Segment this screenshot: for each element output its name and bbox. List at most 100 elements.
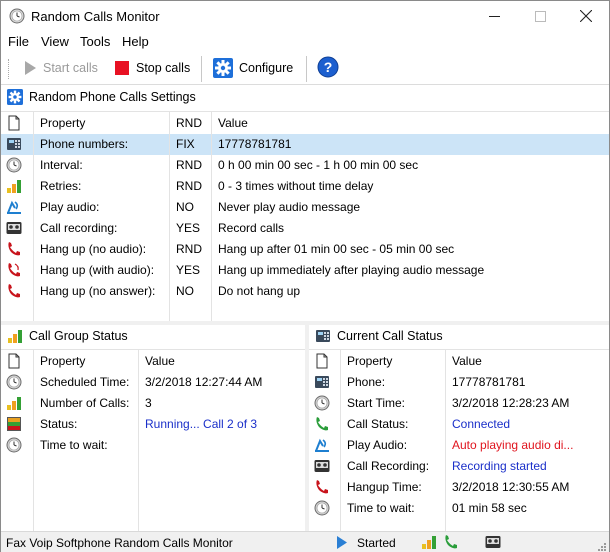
phone-icon: [315, 376, 329, 388]
page-icon: [316, 353, 328, 369]
menu-view[interactable]: View: [41, 34, 69, 49]
cell-value: Recording started: [452, 459, 547, 473]
cell-rnd: YES: [176, 263, 201, 277]
play-icon: [337, 536, 347, 549]
col-property[interactable]: Property: [40, 116, 85, 130]
col-property[interactable]: Property: [40, 354, 85, 368]
col-divider: [138, 349, 139, 531]
toolbar: Start calls Stop calls Configure ?: [1, 51, 609, 85]
title-bar[interactable]: Random Calls Monitor: [1, 1, 609, 31]
table-row[interactable]: Start Time: 3/2/2018 12:28:23 AM: [309, 393, 609, 414]
toolbar-grip[interactable]: [8, 59, 10, 79]
table-row[interactable]: Interval: RND 0 h 00 min 00 sec - 1 h 00 m…: [1, 155, 609, 176]
cell-value: 3/2/2018 12:30:55 AM: [452, 480, 570, 494]
col-property[interactable]: Property: [347, 354, 392, 368]
cell-property: Start Time:: [347, 396, 406, 410]
group-header-row: Property Value: [1, 351, 305, 372]
cell-property: Hang up (with audio):: [40, 263, 155, 277]
call-status-grid[interactable]: Property Value Phone: 17778781781 Start Ti…: [309, 349, 609, 531]
table-row[interactable]: Play Audio: Auto playing audio di...: [309, 435, 609, 456]
close-button[interactable]: [563, 1, 609, 31]
cell-rnd: RND: [176, 242, 202, 256]
cell-rnd: RND: [176, 179, 202, 193]
table-row[interactable]: Time to wait: 01 min 58 sec: [309, 498, 609, 519]
status-state-text: Started: [357, 536, 396, 550]
cell-value: 17778781781: [452, 375, 526, 389]
cell-property: Scheduled Time:: [40, 375, 130, 389]
cell-property: Call Status:: [347, 417, 409, 431]
cell-rnd: YES: [176, 221, 201, 235]
table-row[interactable]: Phone: 17778781781: [309, 372, 609, 393]
table-row[interactable]: Call Status: Connected: [309, 414, 609, 435]
table-row[interactable]: Hang up (no audio): RND Hang up after 01 m…: [1, 239, 609, 260]
stop-calls-button[interactable]: Stop calls: [114, 57, 190, 79]
col-rnd[interactable]: RND: [176, 116, 202, 130]
table-row[interactable]: Status: Running... Call 2 of 3: [1, 414, 305, 435]
call-header-row: Property Value: [309, 351, 609, 372]
stop-calls-label: Stop calls: [136, 61, 191, 75]
maximize-icon: [534, 10, 546, 22]
help-button[interactable]: ?: [317, 56, 345, 78]
col-value[interactable]: Value: [218, 116, 248, 130]
table-row[interactable]: Phone numbers: FIX 17778781781: [1, 134, 609, 155]
cell-property: Status:: [40, 417, 78, 431]
clock-icon: [314, 395, 330, 411]
cell-property: Hang up (no audio):: [40, 242, 147, 256]
cell-value: 0 h 00 min 00 sec - 1 h 00 min 00 sec: [218, 158, 419, 172]
table-row[interactable]: Play audio: NO Never play audio message: [1, 197, 609, 218]
col-value[interactable]: Value: [452, 354, 482, 368]
bars-icon: [8, 330, 22, 343]
maximize-button[interactable]: [517, 1, 563, 31]
grid-border: [309, 349, 609, 350]
toolbar-separator: [201, 56, 202, 82]
start-calls-button[interactable]: Start calls: [23, 57, 98, 79]
grid-border: [1, 349, 305, 350]
menu-help[interactable]: Help: [122, 34, 149, 49]
settings-grid[interactable]: Property RND Value Phone numbers: FIX 1777…: [1, 111, 609, 321]
cell-value: Running... Call 2 of 3: [145, 417, 258, 431]
col-divider: [33, 349, 34, 531]
col-divider: [445, 349, 446, 531]
table-row[interactable]: Retries: RND 0 - 3 times without time dela…: [1, 176, 609, 197]
cell-property: Time to wait:: [347, 501, 415, 515]
cell-property: Call Recording:: [347, 459, 430, 473]
cell-property: Interval:: [40, 158, 83, 172]
cell-property: Phone numbers:: [40, 137, 129, 151]
cell-value: Never play audio message: [218, 200, 361, 214]
play-icon: [25, 61, 36, 75]
cell-value: Auto playing audio di...: [452, 438, 574, 452]
table-row[interactable]: Scheduled Time: 3/2/2018 12:27:44 AM: [1, 372, 305, 393]
window-title: Random Calls Monitor: [31, 9, 160, 24]
phone-icon: [7, 138, 21, 150]
resize-grip-icon[interactable]: [595, 540, 607, 552]
hangup-audio-icon: [8, 263, 20, 277]
tape-icon: [6, 222, 22, 234]
status-bar: Fax Voip Softphone Random Calls Monitor …: [1, 531, 609, 552]
table-row[interactable]: Hangup Time: 3/2/2018 12:30:55 AM: [309, 477, 609, 498]
group-status-grid[interactable]: Property Value Scheduled Time: 3/2/2018 1…: [1, 349, 305, 531]
table-row[interactable]: Hang up (no answer): NO Do not hang up: [1, 281, 609, 302]
group-status-header: Call Group Status: [7, 325, 128, 347]
table-row[interactable]: Call Recording: Recording started: [309, 456, 609, 477]
table-row[interactable]: Call recording: YES Record calls: [1, 218, 609, 239]
table-row[interactable]: Hang up (with audio): YES Hang up immediat…: [1, 260, 609, 281]
phone-icon: [316, 330, 330, 342]
menu-tools[interactable]: Tools: [80, 34, 110, 49]
cell-property: Play audio:: [40, 200, 100, 214]
toolbar-separator: [306, 56, 307, 82]
configure-button[interactable]: Configure: [213, 57, 293, 79]
bars-icon: [7, 397, 21, 410]
table-row[interactable]: Number of Calls: 3: [1, 393, 305, 414]
col-value[interactable]: Value: [145, 354, 175, 368]
tape-icon: [485, 536, 501, 548]
call-status-title: Current Call Status: [337, 329, 443, 343]
cell-value: 01 min 58 sec: [452, 501, 527, 515]
menu-file[interactable]: File: [8, 34, 29, 49]
minimize-button[interactable]: [471, 1, 517, 31]
minimize-icon: [488, 15, 500, 17]
cell-property: Phone:: [347, 375, 386, 389]
grid-border: [1, 111, 609, 112]
settings-header-row: Property RND Value: [1, 113, 609, 134]
table-row[interactable]: Time to wait:: [1, 435, 305, 456]
cell-rnd: NO: [176, 200, 194, 214]
